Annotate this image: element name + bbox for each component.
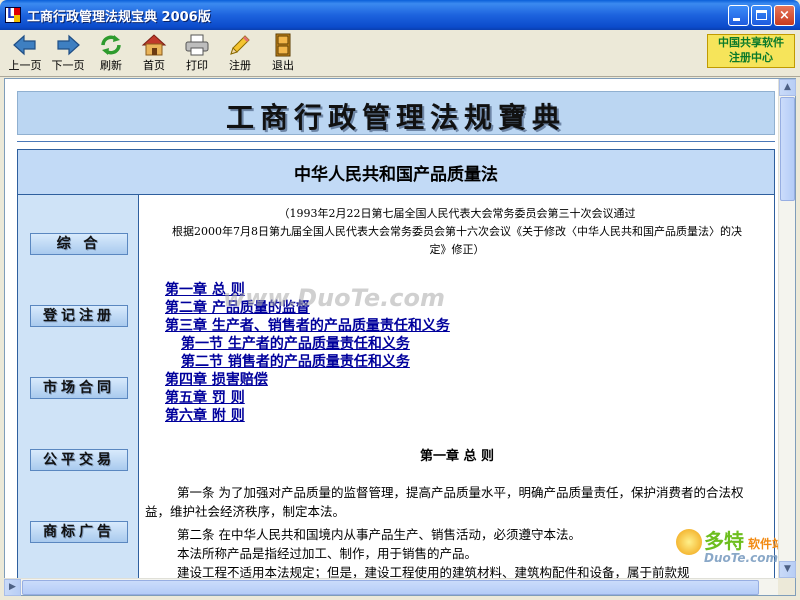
adoption-line: 定》修正）	[429, 243, 485, 256]
sidebar-item-general[interactable]: 综 合	[30, 233, 128, 255]
logo-text-english: DuoTe.com	[704, 551, 778, 565]
print-button[interactable]: 打印	[176, 32, 218, 74]
toc-link-chapter-4[interactable]: 第四章 损害赔偿	[165, 371, 450, 389]
back-arrow-icon	[12, 32, 38, 58]
exit-button[interactable]: 退出	[262, 32, 304, 74]
chapter-heading: 第一章 总 则	[419, 449, 495, 464]
print-label: 打印	[186, 59, 208, 72]
badge-line-1: 中国共享软件	[718, 36, 784, 49]
minimize-button[interactable]	[728, 5, 749, 26]
sidebar-item-market-contract[interactable]: 市场合同	[30, 377, 128, 399]
maximize-button[interactable]	[751, 5, 772, 26]
register-button[interactable]: 注册	[219, 32, 261, 74]
law-title: 中华人民共和国产品质量法	[294, 165, 498, 185]
back-button[interactable]: 上一页	[4, 32, 46, 74]
banner-title: 工商行政管理法规寶典	[225, 101, 566, 134]
close-icon: ×	[779, 8, 790, 23]
home-button[interactable]: 首页	[133, 32, 175, 74]
horizontal-scrollbar[interactable]: ◀ ▶	[4, 578, 778, 596]
vertical-scroll-thumb[interactable]	[780, 97, 795, 201]
app-icon: L	[5, 7, 21, 23]
exit-door-icon	[270, 32, 296, 58]
sidebar-item-trademark-ads[interactable]: 商标广告	[30, 521, 128, 543]
sidebar-item-registration[interactable]: 登记注册	[30, 305, 128, 327]
home-label: 首页	[143, 59, 165, 72]
article-paragraph: 第一条 为了加强对产品质量的监督管理，提高产品质量水平，明确产品质量责任，保护消…	[145, 485, 744, 519]
back-label: 上一页	[8, 59, 42, 72]
home-icon	[141, 32, 167, 58]
scroll-right-arrow-icon[interactable]: ▶	[4, 579, 21, 596]
forward-label: 下一页	[51, 59, 85, 72]
adoption-line: （1993年2月22日第七届全国人民代表大会常务委员会第三十次会议通过	[278, 207, 636, 220]
scroll-up-arrow-icon[interactable]: ▲	[779, 79, 796, 96]
toc-link-chapter-6[interactable]: 第六章 附 则	[165, 407, 450, 425]
shareware-registration-badge[interactable]: 中国共享软件 注册中心	[707, 34, 795, 68]
adoption-note: （1993年2月22日第七届全国人民代表大会常务委员会第三十次会议通过 根据20…	[139, 205, 775, 259]
divider	[17, 141, 775, 142]
toc-link-section-1[interactable]: 第一节 生产者的产品质量责任和义务	[181, 335, 450, 353]
watermark: www.DuoTe.com	[223, 284, 445, 312]
toolbar: 上一页 下一页 刷新 首页 打印 注册 退出	[0, 30, 800, 77]
law-title-box: 中华人民共和国产品质量法	[17, 149, 775, 195]
refresh-icon	[98, 32, 124, 58]
printer-icon	[184, 32, 210, 58]
size-grip	[778, 578, 795, 595]
forward-arrow-icon	[55, 32, 81, 58]
category-sidebar: 综 合 登记注册 市场合同 公平交易 商标广告	[17, 195, 139, 595]
register-label: 注册	[229, 59, 251, 72]
sidebar-item-fair-trade[interactable]: 公平交易	[30, 449, 128, 471]
close-button[interactable]: ×	[774, 5, 795, 26]
logo-text-big: 多特	[704, 529, 744, 553]
vertical-scrollbar[interactable]: ▲ ▼	[778, 79, 796, 578]
toc-link-section-2[interactable]: 第二节 销售者的产品质量责任和义务	[181, 353, 450, 371]
maximize-icon	[756, 10, 767, 20]
refresh-button[interactable]: 刷新	[90, 32, 132, 74]
forward-button[interactable]: 下一页	[47, 32, 89, 74]
header-banner: 工商行政管理法规寶典	[17, 91, 775, 135]
horizontal-scroll-thumb[interactable]	[22, 580, 759, 595]
toc-link-chapter-3[interactable]: 第三章 生产者、销售者的产品质量责任和义务	[165, 317, 450, 335]
toc-link-chapter-5[interactable]: 第五章 罚 则	[165, 389, 450, 407]
exit-label: 退出	[272, 59, 294, 72]
pencil-icon	[227, 32, 253, 58]
window-title: 工商行政管理法规宝典 2006版	[27, 10, 211, 25]
adoption-line: 根据2000年7月8日第九届全国人民代表大会常务委员会第十六次会议《关于修改〈中…	[172, 225, 742, 238]
logo-ball-icon	[676, 529, 702, 555]
badge-line-2: 注册中心	[729, 51, 773, 64]
refresh-label: 刷新	[100, 59, 122, 72]
title-bar[interactable]: L 工商行政管理法规宝典 2006版 ×	[0, 0, 800, 30]
scroll-down-arrow-icon[interactable]: ▼	[779, 561, 796, 578]
content-frame: 工商行政管理法规寶典 中华人民共和国产品质量法 综 合 登记注册 市场合同 公平…	[4, 78, 796, 596]
minimize-icon	[733, 18, 740, 21]
